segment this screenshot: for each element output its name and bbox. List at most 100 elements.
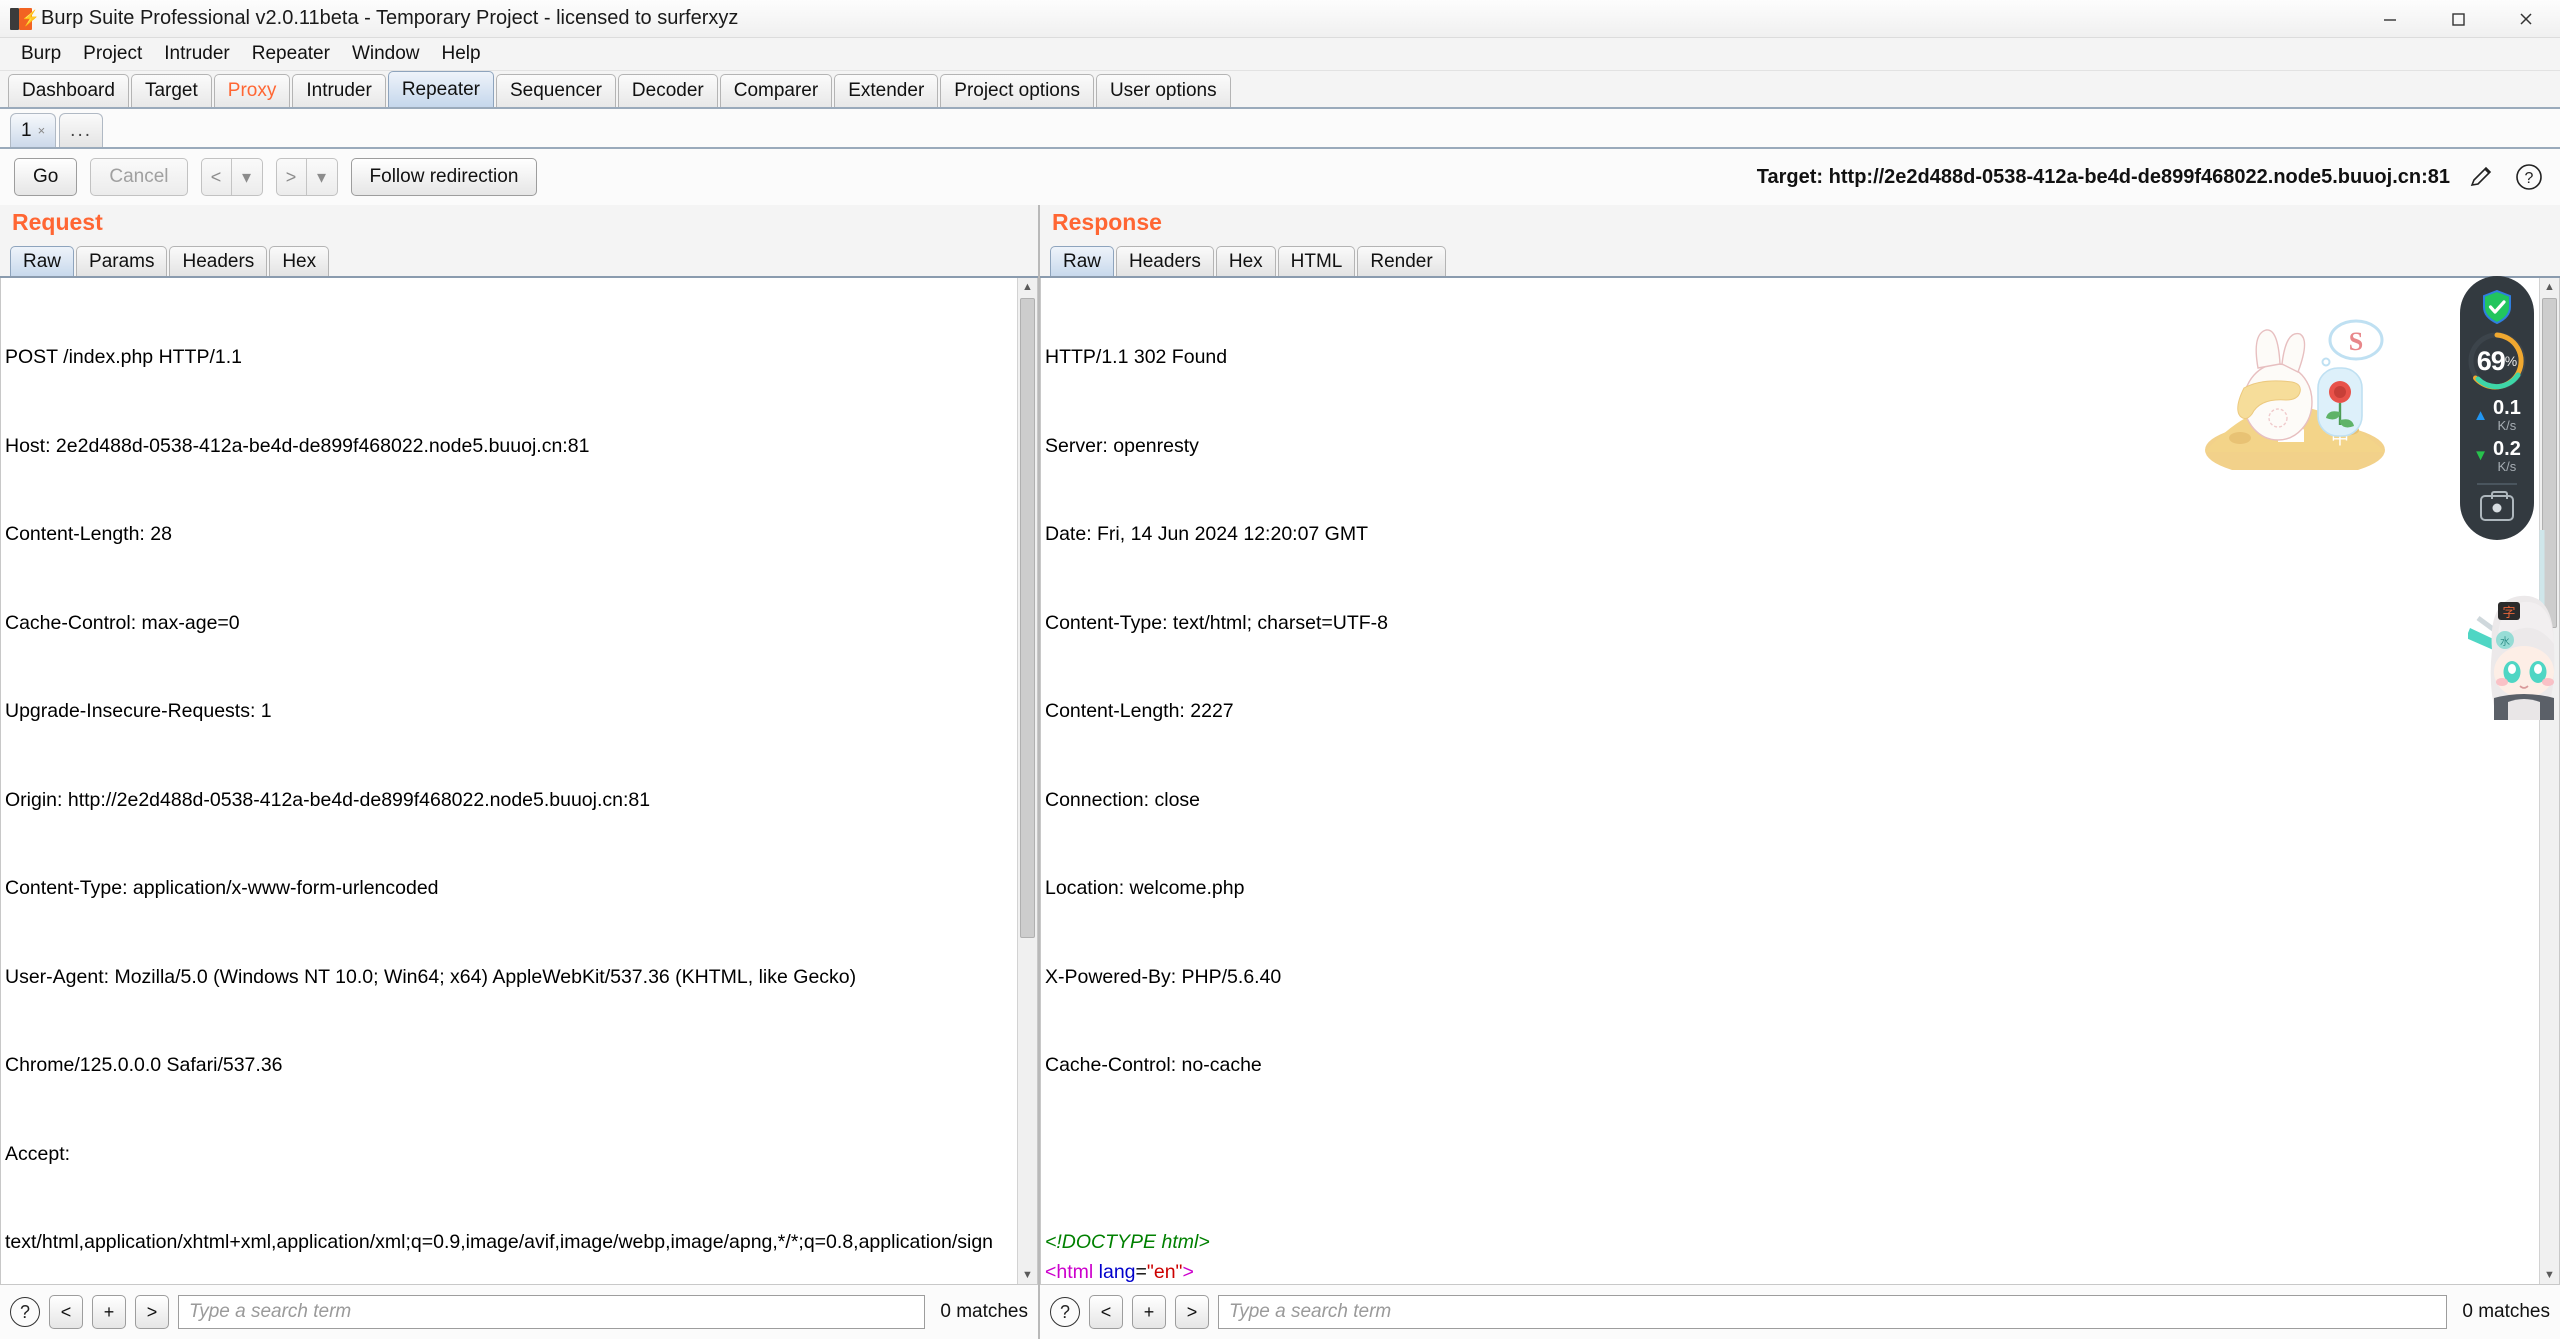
camera-icon[interactable] [2480,491,2514,522]
tab-proxy[interactable]: Proxy [213,74,291,107]
response-header-line: Date: Fri, 14 Jun 2024 12:20:07 GMT [1045,523,1369,545]
response-pane: Response Raw Headers Hex HTML Render HTT… [1040,205,2560,1285]
request-line: text/html,application/xhtml+xml,applicat… [5,1231,994,1253]
request-line: Chrome/125.0.0.0 Safari/537.36 [5,1054,283,1076]
tab-user-options[interactable]: User options [1095,74,1231,107]
window-controls [2356,0,2560,38]
search-next-button[interactable]: > [1175,1295,1209,1329]
repeater-tab-new[interactable]: ... [59,113,104,147]
download-unit: K/s [2497,458,2517,474]
search-prev-button[interactable]: < [1089,1295,1123,1329]
editor-panes: Request Raw Params Headers Hex POST /ind… [0,205,2560,1285]
svg-text:?: ? [2525,170,2534,187]
go-button[interactable]: Go [14,158,78,196]
tab-intruder[interactable]: Intruder [292,74,386,107]
tab-dashboard[interactable]: Dashboard [8,74,129,107]
response-header-line: X-Powered-By: PHP/5.6.40 [1045,965,1282,988]
request-line: Cache-Control: max-age=0 [5,611,240,634]
scroll-up-icon[interactable]: ▲ [1018,278,1037,296]
system-monitor-widget[interactable]: 69% ▲ 0.1 K/s ▼ 0.2 K/s [2460,276,2534,540]
question-icon[interactable]: ? [2512,160,2546,194]
request-match-count: 0 matches [940,1301,1028,1322]
response-header-line: Server: openresty [1045,434,1199,457]
footer-bar: ? < + > Type a search term 0 matches ? <… [0,1285,2560,1339]
scroll-down-icon[interactable]: ▼ [2540,1266,2559,1284]
cpu-usage-gauge: 69% [2466,330,2528,392]
request-line: User-Agent: Mozilla/5.0 (Windows NT 10.0… [5,965,857,988]
response-html-source: <!DOCTYPE html><html lang="en"><head> <t… [1045,1228,2529,1284]
target-label: Target: http://2e2d488d-0538-412a-be4d-d… [1756,165,2450,188]
forward-button[interactable]: > ▾ [275,158,338,196]
menu-item-intruder[interactable]: Intruder [153,40,240,68]
request-line: Accept: [5,1142,71,1165]
response-vertical-scrollbar[interactable]: ▲ ▼ [2539,278,2559,1284]
shield-check-icon[interactable] [2482,289,2512,325]
question-icon[interactable]: ? [1050,1297,1080,1327]
window-title: Burp Suite Professional v2.0.11beta - Te… [41,7,739,29]
response-code[interactable]: HTTP/1.1 302 Found Server: openresty Dat… [1041,278,2537,1284]
repeater-tab-1[interactable]: 1 × [10,113,57,147]
arrow-up-icon: ▲ [2473,406,2489,424]
repeater-tab-close-icon[interactable]: × [38,123,46,138]
request-line: POST /index.php HTTP/1.1 [5,346,242,368]
scrollbar-thumb[interactable] [1020,298,1035,938]
request-editor[interactable]: POST /index.php HTTP/1.1 Host: 2e2d488d-… [0,278,1038,1285]
response-header-line: Content-Type: text/html; charset=UTF-8 [1045,611,1389,634]
tab-sequencer[interactable]: Sequencer [496,74,616,107]
back-arrow-icon[interactable]: < [202,159,232,195]
repeater-tab-1-label: 1 [21,119,32,141]
request-search-input[interactable]: Type a search term [178,1295,926,1329]
minimize-icon[interactable] [2356,0,2424,38]
main-tab-strip: Dashboard Target Proxy Intruder Repeater… [0,71,2560,109]
search-prev-button[interactable]: < [49,1295,83,1329]
menu-item-project[interactable]: Project [72,40,153,68]
request-pane: Request Raw Params Headers Hex POST /ind… [0,205,1040,1285]
question-icon[interactable]: ? [10,1297,40,1327]
tab-comparer[interactable]: Comparer [719,74,833,107]
scrollbar-thumb[interactable] [2542,298,2557,628]
response-tab-render[interactable]: Render [1357,246,1446,276]
pencil-icon[interactable] [2464,160,2498,194]
response-header-line: Cache-Control: no-cache [1045,1054,1262,1076]
request-tab-headers[interactable]: Headers [169,246,268,276]
search-next-button[interactable]: > [135,1295,169,1329]
response-tab-html[interactable]: HTML [1277,246,1356,276]
response-editor[interactable]: HTTP/1.1 302 Found Server: openresty Dat… [1040,278,2560,1285]
search-add-button[interactable]: + [92,1295,126,1329]
tab-target[interactable]: Target [130,74,212,107]
response-tab-hex[interactable]: Hex [1215,246,1276,276]
request-search-bar: ? < + > Type a search term 0 matches [0,1285,1040,1339]
response-search-input[interactable]: Type a search term [1218,1295,2448,1329]
request-line: Origin: http://2e2d488d-0538-412a-be4d-d… [5,788,651,811]
cancel-button: Cancel [90,158,188,196]
request-vertical-scrollbar[interactable]: ▲ ▼ [1017,278,1037,1284]
menu-item-repeater[interactable]: Repeater [241,40,341,68]
menu-item-burp[interactable]: Burp [10,40,72,68]
tab-repeater[interactable]: Repeater [387,71,494,107]
request-tab-params[interactable]: Params [76,246,168,276]
back-chevron-down-icon[interactable]: ▾ [232,159,262,195]
forward-arrow-icon[interactable]: > [277,159,307,195]
menu-item-window[interactable]: Window [341,40,431,68]
search-add-button[interactable]: + [1132,1295,1166,1329]
request-tab-raw[interactable]: Raw [10,246,75,276]
menu-item-help[interactable]: Help [431,40,492,68]
cpu-percent-value: 69 [2476,345,2506,376]
tab-decoder[interactable]: Decoder [617,74,718,107]
maximize-icon[interactable] [2424,0,2492,38]
follow-redirection-button[interactable]: Follow redirection [350,158,538,196]
close-icon[interactable] [2492,0,2560,38]
forward-chevron-down-icon[interactable]: ▾ [307,159,337,195]
tab-project-options[interactable]: Project options [940,74,1094,107]
tab-extender[interactable]: Extender [834,74,939,107]
scroll-down-icon[interactable]: ▼ [1018,1266,1037,1284]
back-button[interactable]: < ▾ [200,158,263,196]
response-tab-headers[interactable]: Headers [1116,246,1214,276]
scroll-up-icon[interactable]: ▲ [2540,278,2559,296]
request-tab-hex[interactable]: Hex [269,246,330,276]
repeater-toolbar: Go Cancel < ▾ > ▾ Follow redirection Tar… [0,149,2560,205]
response-source-line: <!DOCTYPE html> [1045,1231,1210,1253]
response-tab-raw[interactable]: Raw [1050,246,1115,276]
request-code[interactable]: POST /index.php HTTP/1.1 Host: 2e2d488d-… [1,278,1015,1284]
response-source-line: <html lang="en"> [1045,1260,1194,1283]
